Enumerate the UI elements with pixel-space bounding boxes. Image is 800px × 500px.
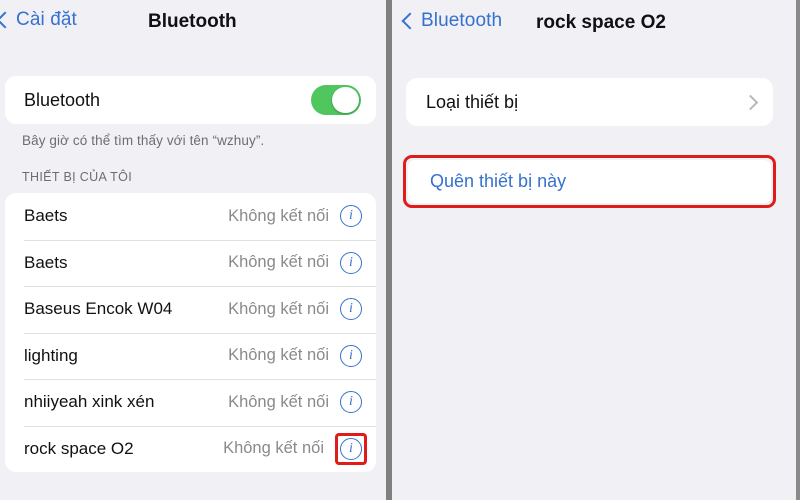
info-circle-icon[interactable]: i — [340, 205, 362, 228]
info-circle-icon[interactable]: i — [340, 344, 362, 367]
device-connection-status: Không kết nối — [228, 253, 329, 272]
bluetooth-toggle-label: Bluetooth — [24, 89, 101, 110]
info-circle-icon[interactable]: i — [340, 391, 362, 414]
forget-device-annotation-box: Quên thiết bị này — [403, 155, 776, 208]
device-info-button[interactable]: i — [340, 251, 362, 274]
bluetooth-toggle-switch[interactable] — [311, 85, 361, 115]
right-navbar: Bluetooth rock space O2 — [392, 0, 796, 48]
device-connection-status: Không kết nối — [228, 206, 329, 225]
device-info-button[interactable]: i — [340, 205, 362, 228]
page-title: Bluetooth — [148, 11, 237, 32]
left-navbar: Cài đặt Bluetooth — [0, 0, 386, 48]
info-circle-icon[interactable]: i — [340, 437, 362, 460]
my-devices-list: Baets Không kết nối i Baets Không kết nối i Ba… — [5, 193, 376, 472]
device-connection-status: Không kết nối — [228, 346, 329, 365]
info-circle-icon[interactable]: i — [340, 251, 362, 274]
chevron-left-icon — [402, 11, 414, 31]
chevron-left-icon — [0, 10, 9, 30]
forget-device-row[interactable]: Quên thiết bị này — [408, 160, 771, 203]
device-type-row[interactable]: Loại thiết bị — [406, 78, 773, 126]
device-name: Baseus Encok W04 — [24, 299, 173, 319]
device-info-button[interactable]: i — [335, 432, 367, 465]
device-connection-status: Không kết nối — [223, 439, 324, 458]
my-devices-section-header: THIẾT BỊ CỦA TÔI — [22, 170, 133, 184]
device-detail-panel: Bluetooth rock space O2 Loại thiết bị Qu… — [392, 0, 800, 500]
back-to-settings-button[interactable]: Cài đặt — [0, 9, 77, 31]
table-row[interactable]: lighting Không kết nối i — [5, 332, 376, 380]
device-connection-status: Không kết nối — [228, 392, 329, 411]
device-name: nhiiyeah xink xén — [24, 392, 155, 412]
table-row[interactable]: Baseus Encok W04 Không kết nối i — [5, 286, 376, 333]
table-row[interactable]: nhiiyeah xink xén Không kết nối i — [5, 379, 376, 426]
forget-device-label: Quên thiết bị này — [430, 171, 567, 191]
device-info-button[interactable]: i — [340, 391, 362, 414]
back-button-label: Cài đặt — [16, 9, 77, 30]
back-button-label: Bluetooth — [421, 10, 503, 31]
device-connection-status: Không kết nối — [228, 299, 329, 318]
toggle-knob — [332, 86, 359, 114]
screenshot-root: Cài đặt Bluetooth Bluetooth Bây giờ có t… — [0, 0, 800, 500]
table-row[interactable]: Baets Không kết nối i — [5, 193, 376, 240]
bluetooth-toggle-row[interactable]: Bluetooth — [5, 76, 376, 124]
device-info-button[interactable]: i — [340, 344, 362, 367]
device-detail-title: rock space O2 — [536, 12, 666, 33]
chevron-right-icon — [745, 93, 756, 111]
discoverable-footnote: Bây giờ có thể tìm thấy với tên “wzhuy”. — [22, 133, 265, 148]
back-to-bluetooth-button[interactable]: Bluetooth — [402, 10, 502, 32]
device-name: rock space O2 — [24, 438, 134, 458]
device-name: Baets — [24, 252, 68, 272]
device-info-button[interactable]: i — [340, 298, 362, 321]
device-name: lighting — [24, 345, 78, 365]
table-row[interactable]: Baets Không kết nối i — [5, 239, 376, 287]
table-row[interactable]: rock space O2 Không kết nối i — [5, 425, 376, 473]
device-name: Baets — [24, 206, 68, 226]
info-circle-icon[interactable]: i — [340, 298, 362, 321]
device-type-label: Loại thiết bị — [426, 91, 519, 112]
bluetooth-settings-panel: Cài đặt Bluetooth Bluetooth Bây giờ có t… — [0, 0, 386, 500]
